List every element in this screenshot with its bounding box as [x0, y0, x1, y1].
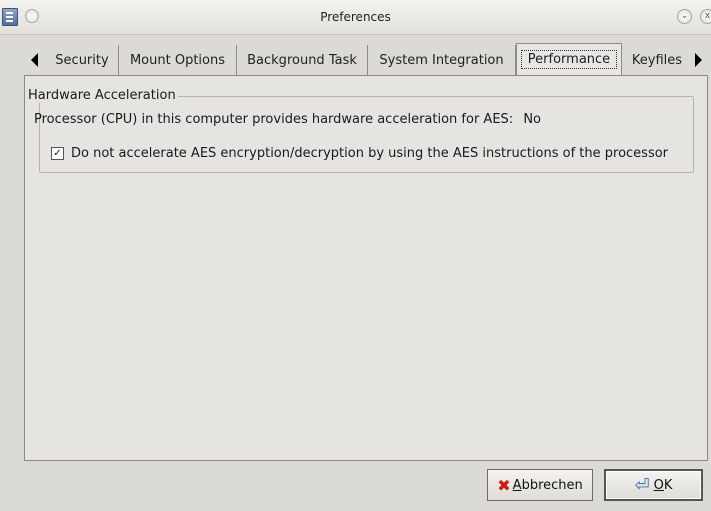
- tab-system-integration[interactable]: System Integration: [368, 45, 516, 75]
- ok-mnemonic: O: [653, 477, 664, 493]
- ok-button[interactable]: ⏎ OK: [604, 469, 703, 501]
- cancel-label: bbrechen: [521, 477, 583, 493]
- tab-label: Security: [55, 52, 109, 68]
- hardware-acceleration-group: [39, 96, 694, 173]
- tab-background-task[interactable]: Background Task: [237, 45, 368, 75]
- group-title: Hardware Acceleration: [26, 88, 178, 103]
- ok-label: K: [663, 477, 673, 493]
- aes-acceleration-status: Processor (CPU) in this computer provide…: [34, 112, 541, 127]
- status-text: Processor (CPU) in this computer provide…: [34, 112, 514, 127]
- return-arrow-icon: ⏎: [634, 474, 650, 496]
- disable-aes-acceleration-option[interactable]: ✓ Do not accelerate AES encryption/decry…: [51, 146, 668, 161]
- title-bar: Preferences ⌄ x: [0, 0, 711, 35]
- tab-label: System Integration: [379, 52, 504, 68]
- tab-label: Background Task: [247, 52, 357, 68]
- tab-scroll-left-icon[interactable]: [31, 53, 38, 67]
- tab-keyfiles[interactable]: Keyfiles: [622, 45, 692, 75]
- tab-label: Keyfiles: [631, 52, 683, 68]
- cancel-mnemonic: A: [512, 477, 522, 493]
- close-button[interactable]: x: [700, 9, 711, 24]
- cancel-button[interactable]: ✖ Abbrechen: [487, 469, 593, 501]
- tab-mount-options[interactable]: Mount Options: [119, 45, 237, 75]
- tab-label: Mount Options: [129, 52, 226, 68]
- disable-aes-acceleration-checkbox[interactable]: ✓: [51, 147, 64, 160]
- red-x-icon: ✖: [497, 475, 511, 495]
- performance-page: Hardware Acceleration Processor (CPU) in…: [24, 75, 708, 461]
- status-value: No: [523, 112, 541, 127]
- tab-strip: Security Mount Options Background Task S…: [0, 43, 711, 75]
- tab-label: Performance: [520, 50, 618, 69]
- checkbox-label[interactable]: Do not accelerate AES encryption/decrypt…: [71, 146, 668, 161]
- window-title: Preferences: [320, 10, 391, 24]
- tab-scroll-right-icon[interactable]: [695, 53, 702, 67]
- tab-performance[interactable]: Performance: [516, 43, 622, 75]
- minimize-button[interactable]: ⌄: [677, 9, 692, 24]
- tab-security[interactable]: Security: [46, 45, 119, 75]
